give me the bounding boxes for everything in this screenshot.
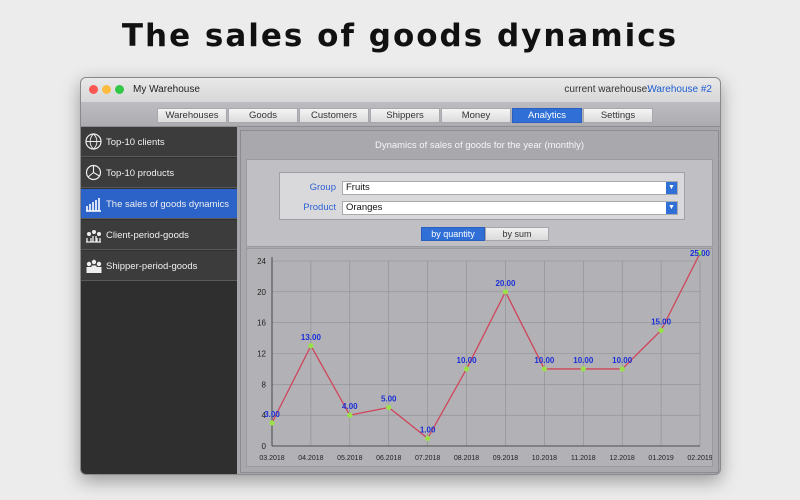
product-label: Product (303, 202, 336, 213)
tab-customers[interactable]: Customers (299, 108, 369, 123)
y-tick-label: 20 (257, 288, 266, 297)
bar-chart-icon (86, 198, 101, 212)
y-tick-label: 12 (257, 350, 266, 359)
data-point (463, 366, 470, 372)
y-tick-label: 0 (262, 442, 267, 451)
sidebar-item-label: Shipper-period-goods (106, 261, 198, 272)
x-tick-label: 09.2018 (493, 455, 518, 462)
data-point (658, 327, 664, 333)
data-label: 13.00 (301, 333, 322, 342)
data-point (308, 343, 314, 349)
tab-money[interactable]: Money (441, 108, 511, 123)
shipper-group-icon (86, 259, 102, 273)
data-point (269, 420, 275, 426)
data-label: 10.00 (612, 356, 633, 365)
data-label: 20.00 (495, 279, 516, 288)
x-tick-label: 08.2018 (454, 455, 479, 462)
data-label: 10.00 (457, 356, 478, 365)
data-label: 5.00 (381, 394, 397, 403)
app-window: My Warehouse current warehouse: Warehous… (80, 77, 721, 475)
x-tick-label: 12.2018 (610, 455, 635, 462)
tab-analytics[interactable]: Analytics (512, 108, 582, 123)
tab-warehouses[interactable]: Warehouses (157, 108, 227, 123)
x-tick-label: 02.2019 (687, 455, 712, 462)
tab-goods[interactable]: Goods (228, 108, 298, 123)
main-tab-bar: Warehouses Goods Customers Shippers Money Ana… (81, 102, 720, 127)
filter-panel: Group Fruits ▼ Product Oranges ▼ by quan… (246, 159, 713, 247)
pie-chart-icon (85, 164, 102, 181)
x-tick-label: 06.2018 (376, 455, 401, 462)
x-tick-label: 10.2018 (532, 455, 557, 462)
group-select[interactable]: Fruits ▼ (342, 181, 678, 195)
zoom-window-button[interactable] (115, 85, 124, 94)
title-bar: My Warehouse current warehouse: Warehous… (81, 78, 720, 102)
sidebar-item-top-10-products[interactable]: Top-10 products (81, 158, 237, 188)
tab-shippers[interactable]: Shippers (370, 108, 440, 123)
data-point (541, 366, 547, 372)
data-point (502, 289, 509, 295)
x-tick-label: 03.2018 (259, 455, 284, 462)
y-tick-label: 24 (257, 257, 266, 266)
current-warehouse-link[interactable]: Warehouse #2 (647, 84, 712, 95)
product-select-value: Oranges (346, 202, 383, 213)
sidebar-item-label: Client-period-goods (106, 230, 189, 241)
y-tick-label: 8 (262, 380, 267, 389)
x-tick-label: 04.2018 (298, 455, 323, 462)
chart-panel: 0 4 8 12 16 20 24 03.2018 04.2018 05.2018 06.2018 0… (246, 248, 713, 467)
data-label: 1.00 (420, 425, 436, 434)
mode-segmented-control: by quantity by sum (421, 227, 549, 241)
sidebar-item-label: Top-10 clients (106, 137, 165, 148)
minimize-window-button[interactable] (102, 85, 111, 94)
chevron-down-icon[interactable]: ▼ (666, 182, 677, 194)
people-chart-icon (86, 230, 101, 243)
group-select-value: Fruits (346, 182, 370, 193)
group-label: Group (309, 182, 336, 193)
analytics-sidebar: Top-10 clients Top-10 products The sales… (81, 127, 237, 474)
data-label: 10.00 (534, 356, 555, 365)
data-point (619, 366, 625, 372)
content-title: Dynamics of sales of goods for the year … (374, 140, 585, 151)
sidebar-item-top-10-clients[interactable]: Top-10 clients (81, 127, 237, 157)
filter-box: Group Fruits ▼ Product Oranges ▼ (279, 172, 685, 220)
data-point (580, 366, 586, 372)
sidebar-item-client-period-goods[interactable]: Client-period-goods (81, 220, 237, 250)
data-label: 25.00 (690, 249, 711, 258)
sidebar-item-sales-dynamics[interactable]: The sales of goods dynamics (81, 189, 237, 219)
data-point (386, 404, 392, 411)
current-warehouse-label: current warehouse: (564, 84, 650, 95)
x-tick-label: 11.2018 (571, 455, 596, 462)
close-window-button[interactable] (89, 85, 98, 94)
chevron-down-icon[interactable]: ▼ (666, 202, 677, 214)
data-label: 4.00 (342, 402, 358, 411)
analytics-content: Dynamics of sales of goods for the year … (240, 130, 719, 473)
x-tick-label: 01.2019 (648, 455, 673, 462)
by-quantity-button[interactable]: by quantity (421, 227, 485, 241)
globe-users-icon (85, 133, 102, 150)
data-label: 10.00 (573, 356, 594, 365)
x-tick-label: 05.2018 (337, 455, 362, 462)
data-label: 3.00 (264, 410, 280, 419)
data-point (347, 412, 353, 418)
by-sum-button[interactable]: by sum (485, 227, 549, 241)
data-label: 15.00 (651, 317, 672, 326)
sidebar-item-label: Top-10 products (106, 168, 175, 179)
sidebar-item-label: The sales of goods dynamics (106, 199, 230, 210)
x-tick-label: 07.2018 (415, 455, 440, 462)
product-select[interactable]: Oranges ▼ (342, 201, 678, 215)
page-headline: The sales of goods dynamics (121, 18, 679, 54)
series-line (271, 252, 701, 440)
sidebar-item-shipper-period-goods[interactable]: Shipper-period-goods (81, 251, 237, 281)
window-title: My Warehouse (133, 84, 200, 95)
tab-settings[interactable]: Settings (583, 108, 653, 123)
data-point (425, 435, 431, 441)
y-tick-label: 16 (257, 319, 266, 328)
sales-line-chart: 0481216202403.2018 04.2018 05.2018 06.2018 0… (257, 249, 712, 462)
